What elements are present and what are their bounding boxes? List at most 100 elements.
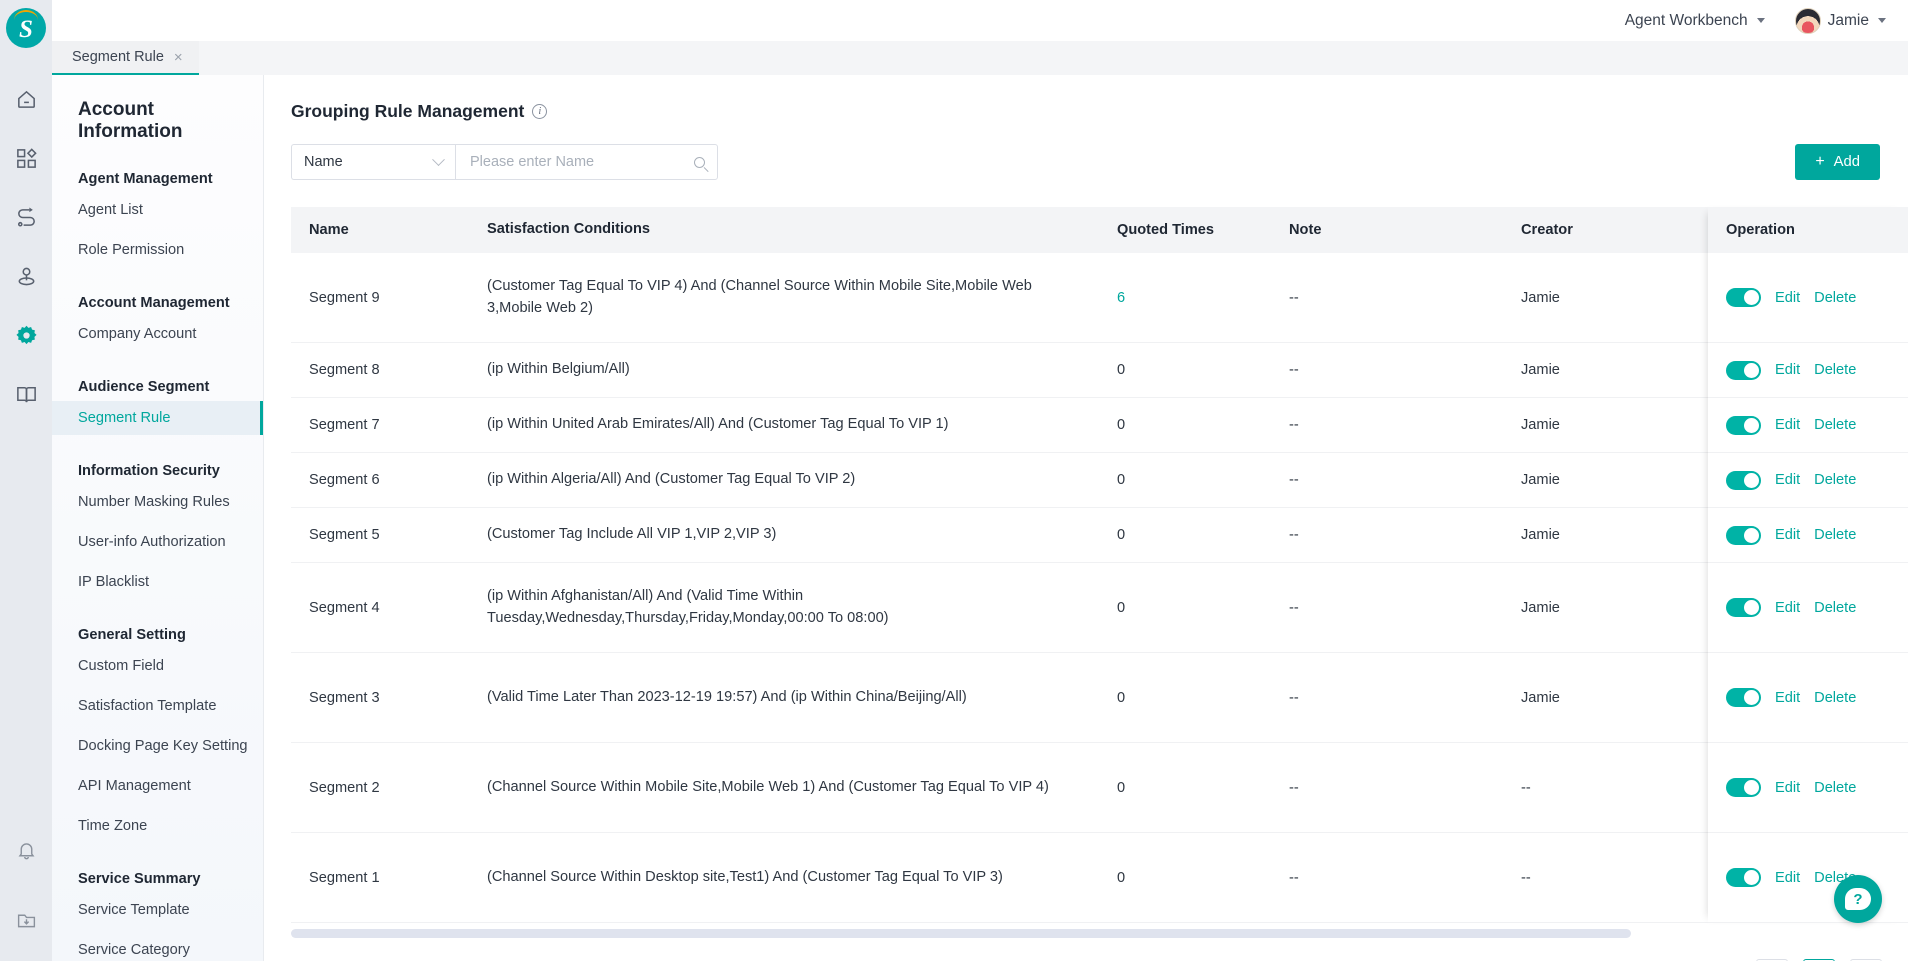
- sidebar-item-label: User-info Authorization: [78, 534, 226, 550]
- sidebar-item-time-zone[interactable]: Time Zone: [52, 809, 263, 843]
- apps-grid-icon[interactable]: [0, 129, 52, 188]
- edit-link[interactable]: Edit: [1775, 527, 1800, 543]
- top-header: Agent Workbench Jamie: [52, 0, 1908, 41]
- sidebar-group-label: Audience Segment: [52, 351, 263, 395]
- delete-link[interactable]: Delete: [1814, 527, 1856, 543]
- status-toggle[interactable]: [1726, 416, 1761, 435]
- sidebar-item-custom-field[interactable]: Custom Field: [52, 649, 263, 683]
- cell-conditions: (Valid Time Later Than 2023-12-19 19:57)…: [487, 687, 1117, 708]
- cell-note: --: [1289, 600, 1521, 616]
- logo-letter: S: [19, 17, 33, 42]
- page-title: Grouping Rule Management i: [264, 75, 1908, 122]
- edit-link[interactable]: Edit: [1775, 417, 1800, 433]
- page-title-text: Grouping Rule Management: [291, 101, 524, 122]
- sidebar-item-api-management[interactable]: API Management: [52, 769, 263, 803]
- operation-cell: Edit Delete: [1708, 453, 1908, 508]
- sidebar-group-label: Account Management: [52, 267, 263, 311]
- delete-link[interactable]: Delete: [1814, 780, 1856, 796]
- user-menu[interactable]: Jamie: [1795, 8, 1886, 34]
- delete-link[interactable]: Delete: [1814, 290, 1856, 306]
- operation-cell: Edit Delete: [1708, 653, 1908, 743]
- status-toggle[interactable]: [1726, 361, 1761, 380]
- edit-link[interactable]: Edit: [1775, 472, 1800, 488]
- help-button[interactable]: ?: [1834, 875, 1882, 923]
- bell-icon[interactable]: [0, 835, 52, 865]
- cell-conditions: (Customer Tag Equal To VIP 4) And (Chann…: [487, 276, 1117, 318]
- workflow-route-icon[interactable]: [0, 188, 52, 247]
- search-filter: Name: [291, 144, 718, 180]
- home-icon[interactable]: [0, 70, 52, 129]
- sidebar-item-agent-list[interactable]: Agent List: [52, 193, 263, 227]
- col-header-conditions: Satisfaction Conditions: [487, 219, 1117, 240]
- book-icon[interactable]: [0, 365, 52, 424]
- filter-field-select[interactable]: Name: [291, 144, 455, 180]
- sidebar-item-service-template[interactable]: Service Template: [52, 893, 263, 927]
- cell-note: --: [1289, 780, 1521, 796]
- add-button[interactable]: + Add: [1795, 144, 1880, 180]
- search-icon[interactable]: [694, 157, 705, 168]
- table-row: Segment 1(Channel Source Within Desktop …: [291, 833, 1908, 923]
- info-icon[interactable]: i: [532, 104, 547, 119]
- cell-note: --: [1289, 362, 1521, 378]
- delete-link[interactable]: Delete: [1814, 362, 1856, 378]
- status-toggle[interactable]: [1726, 526, 1761, 545]
- cell-quoted-times[interactable]: 6: [1117, 290, 1289, 306]
- edit-link[interactable]: Edit: [1775, 780, 1800, 796]
- sidebar-item-segment-rule[interactable]: Segment Rule: [52, 401, 263, 435]
- edit-link[interactable]: Edit: [1775, 600, 1800, 616]
- edit-link[interactable]: Edit: [1775, 690, 1800, 706]
- sidebar-item-user-info-authorization[interactable]: User-info Authorization: [52, 525, 263, 559]
- search-input[interactable]: [470, 154, 675, 170]
- sidebar-item-ip-blacklist[interactable]: IP Blacklist: [52, 565, 263, 599]
- gear-icon[interactable]: [0, 306, 52, 365]
- cell-name: Segment 3: [291, 690, 487, 706]
- status-toggle[interactable]: [1726, 598, 1761, 617]
- cell-conditions: (ip Within United Arab Emirates/All) And…: [487, 414, 1117, 435]
- delete-link[interactable]: Delete: [1814, 600, 1856, 616]
- sidebar-item-satisfaction-template[interactable]: Satisfaction Template: [52, 689, 263, 723]
- table-row: Segment 5(Customer Tag Include All VIP 1…: [291, 508, 1908, 563]
- status-toggle[interactable]: [1726, 688, 1761, 707]
- status-toggle[interactable]: [1726, 471, 1761, 490]
- delete-link[interactable]: Delete: [1814, 417, 1856, 433]
- delete-link[interactable]: Delete: [1814, 690, 1856, 706]
- cell-conditions: (ip Within Algeria/All) And (Customer Ta…: [487, 469, 1117, 490]
- plus-icon: +: [1815, 154, 1824, 170]
- sidebar-item-number-masking-rules[interactable]: Number Masking Rules: [52, 485, 263, 519]
- filter-field-value: Name: [304, 154, 343, 170]
- sidebar-item-service-category[interactable]: Service Category: [52, 933, 263, 961]
- status-toggle[interactable]: [1726, 778, 1761, 797]
- table-wrapper: Name Satisfaction Conditions Quoted Time…: [291, 207, 1908, 961]
- avatar: [1795, 8, 1821, 34]
- cell-quoted-times: 0: [1117, 600, 1289, 616]
- sidebar-item-label: Segment Rule: [78, 410, 170, 426]
- tab-label: Segment Rule: [72, 49, 164, 65]
- cell-name: Segment 5: [291, 527, 487, 543]
- status-toggle[interactable]: [1726, 868, 1761, 887]
- cell-note: --: [1289, 527, 1521, 543]
- user-location-icon[interactable]: [0, 247, 52, 306]
- edit-link[interactable]: Edit: [1775, 290, 1800, 306]
- cell-name: Segment 2: [291, 780, 487, 796]
- status-toggle[interactable]: [1726, 288, 1761, 307]
- folder-download-icon[interactable]: [0, 905, 52, 935]
- delete-link[interactable]: Delete: [1814, 472, 1856, 488]
- table-row: Segment 6(ip Within Algeria/All) And (Cu…: [291, 453, 1908, 508]
- cell-note: --: [1289, 690, 1521, 706]
- sidebar-group-label: Information Security: [52, 435, 263, 479]
- workbench-switcher[interactable]: Agent Workbench: [1625, 12, 1765, 30]
- workbench-label: Agent Workbench: [1625, 12, 1748, 30]
- sidebar-item-label: IP Blacklist: [78, 574, 149, 590]
- close-icon[interactable]: ×: [174, 50, 183, 65]
- sidebar-item-role-permission[interactable]: Role Permission: [52, 233, 263, 267]
- sidebar-title: Account Information: [52, 75, 263, 143]
- edit-link[interactable]: Edit: [1775, 870, 1800, 886]
- sidebar-item-company-account[interactable]: Company Account: [52, 317, 263, 351]
- table-row: Segment 9(Customer Tag Equal To VIP 4) A…: [291, 253, 1908, 343]
- edit-link[interactable]: Edit: [1775, 362, 1800, 378]
- chevron-down-icon: [1757, 18, 1765, 23]
- tab-segment-rule[interactable]: Segment Rule ×: [52, 41, 199, 75]
- app-logo[interactable]: S: [6, 8, 46, 48]
- sidebar-item-docking-page-key-setting[interactable]: Docking Page Key Setting: [52, 729, 263, 763]
- horizontal-scrollbar[interactable]: [291, 929, 1631, 938]
